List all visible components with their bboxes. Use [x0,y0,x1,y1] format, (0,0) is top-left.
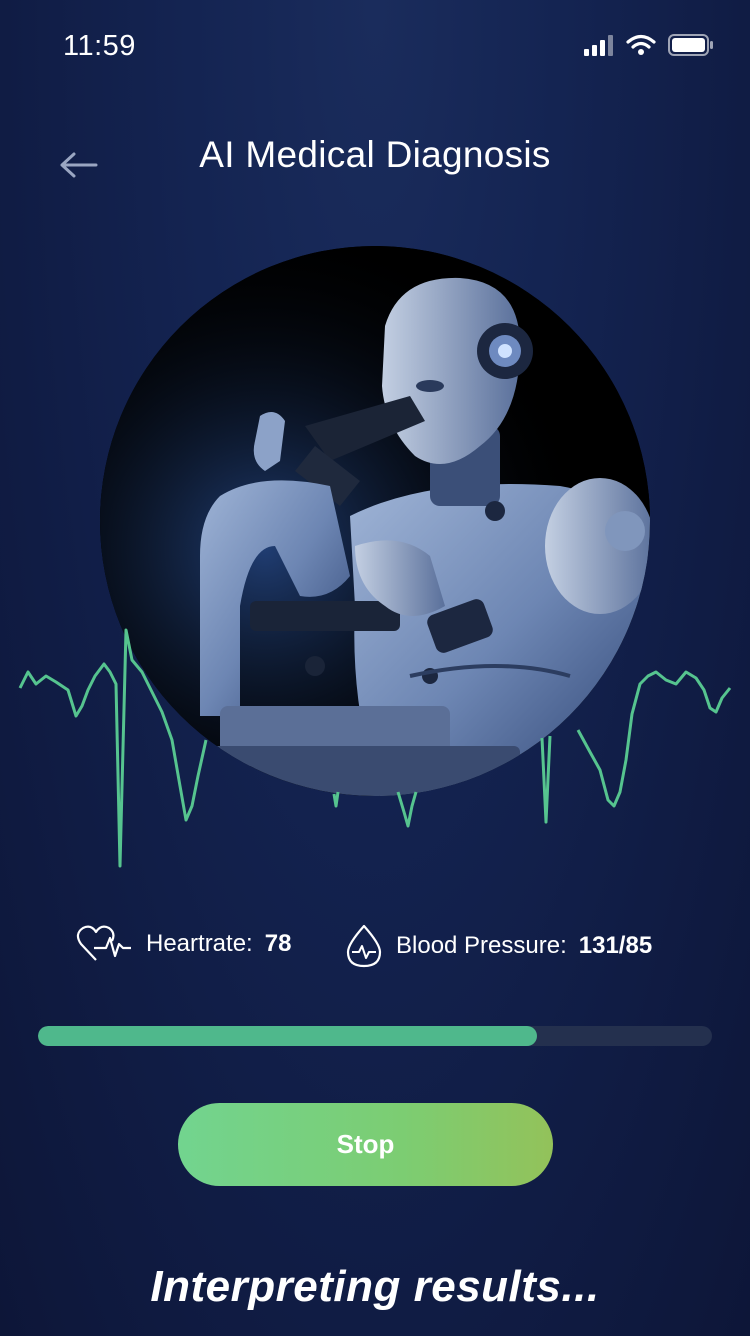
blood-pressure-stat: Blood Pressure: 131/85 [344,924,652,968]
hero-image [100,246,650,796]
battery-icon [668,34,713,56]
blood-pressure-value: 131/85 [578,932,653,959]
robot-microscope-illustration [100,246,650,796]
wifi-icon [626,34,656,55]
status-time: 11:59 [63,30,136,62]
blood-drop-pulse-icon [346,924,382,968]
page-title: AI Medical Diagnosis [199,134,551,175]
vitals-row: Heartrate: 78 Blood Pressure: 131/85 [0,918,750,978]
status-bar: 11:59 [0,0,750,90]
diagnosis-progress-bar [38,1026,712,1046]
heart-pulse-icon [76,925,131,961]
heartrate-label: Heartrate: [146,930,253,957]
stop-button-label: Stop [336,1129,395,1159]
cellular-signal-icon [584,35,613,56]
stop-button[interactable]: Stop [178,1103,553,1186]
heartrate-stat: Heartrate: 78 [76,924,291,964]
status-icons [584,34,714,56]
progress-fill [38,1026,537,1046]
status-message: Interpreting results... [150,1262,600,1311]
blood-pressure-label: Blood Pressure: [396,932,567,959]
heartrate-value: 78 [264,930,292,957]
